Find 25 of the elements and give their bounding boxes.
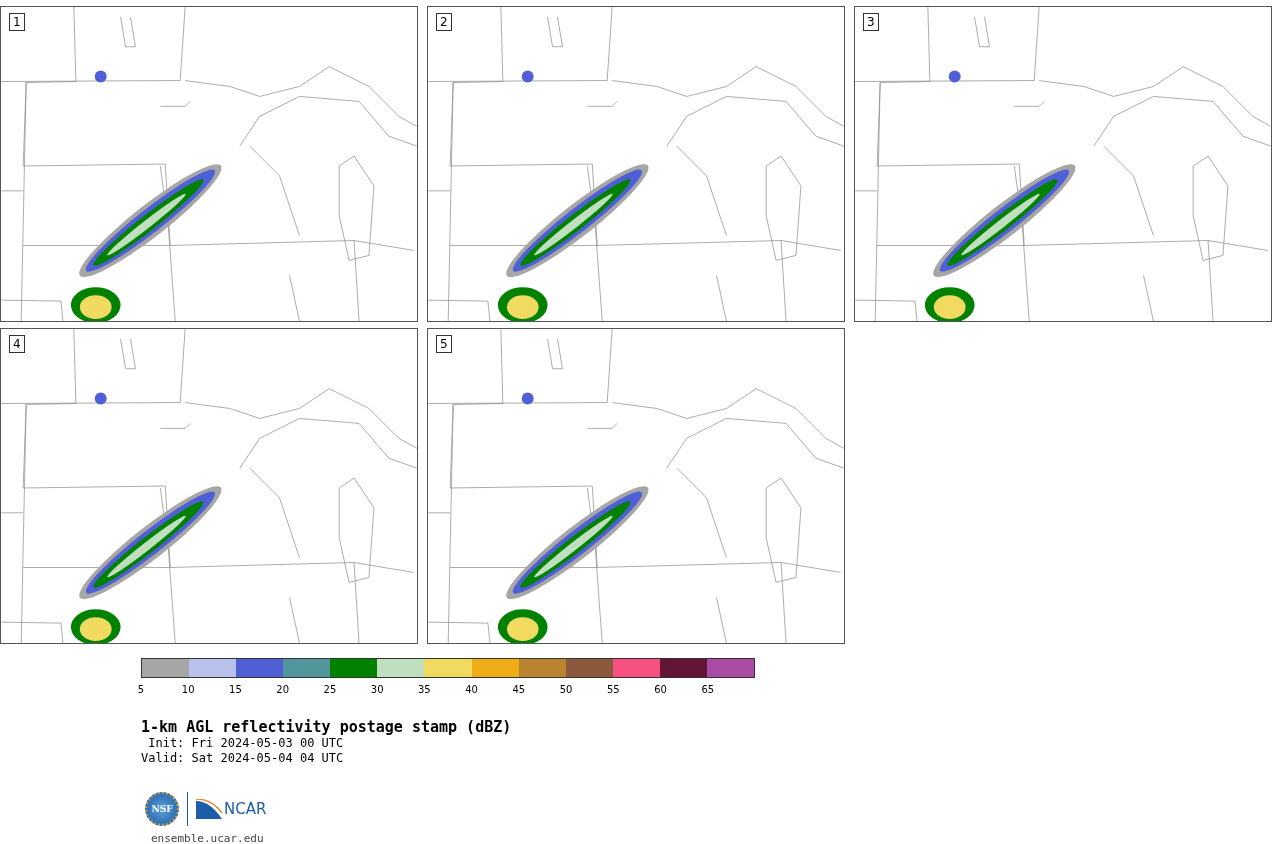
tick-label: 65 [701, 684, 715, 695]
tick-label: 25 [323, 684, 337, 695]
panel-number: 2 [436, 13, 452, 31]
valid-time: Valid: Sat 2024-05-04 04 UTC [141, 751, 345, 766]
tick-label: 60 [654, 684, 667, 695]
tick-label: 30 [370, 684, 384, 695]
tick-label: 35 [418, 684, 431, 695]
tick-label: 45 [512, 684, 526, 695]
globe-logo: NSF [145, 792, 179, 826]
tick-label: 15 [229, 684, 242, 695]
tick-label: 20 [276, 684, 290, 695]
tick-label: 5 [137, 684, 145, 695]
init-time: Init: Fri 2024-05-03 00 UTC [147, 736, 345, 751]
panel-number: 3 [863, 13, 879, 31]
logo-text: NCAR [224, 800, 267, 818]
website-link[interactable]: ensemble.ucar.edu [151, 832, 264, 844]
panel-number: 1 [9, 13, 25, 31]
tick-label: 50 [559, 684, 573, 695]
panel-number: 4 [9, 335, 25, 353]
chart-title: 1-km AGL reflectivity postage stamp (dBZ) [141, 718, 513, 736]
wedge-logo-icon [196, 799, 222, 819]
tick-label: 10 [181, 684, 195, 695]
panel-number: 5 [436, 335, 452, 353]
tick-label: 40 [465, 684, 478, 695]
tick-label: 55 [606, 684, 620, 695]
